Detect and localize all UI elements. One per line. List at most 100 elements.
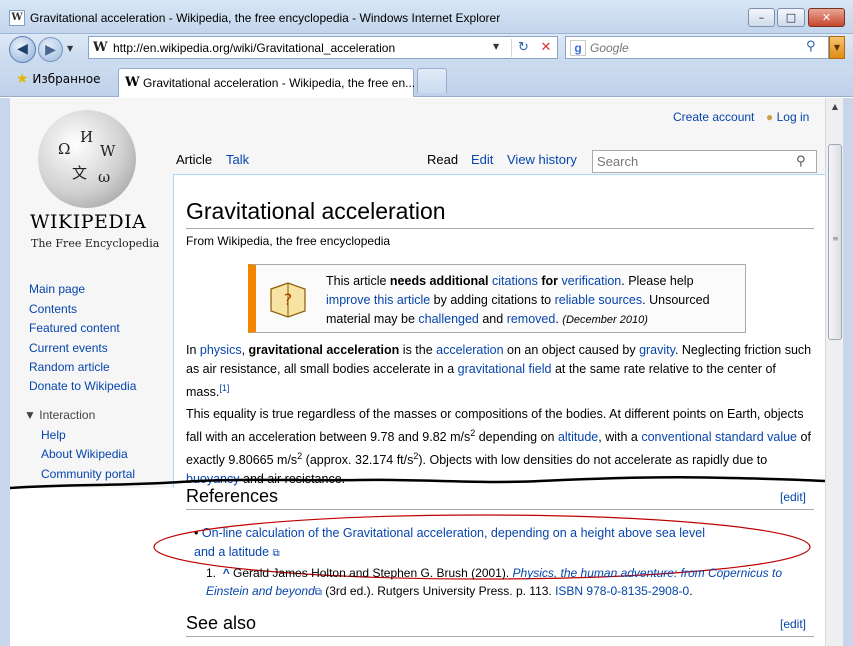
tab-view-history[interactable]: View history <box>507 152 577 167</box>
tab-article[interactable]: Article <box>176 152 212 167</box>
wikipedia-logo[interactable]: Ω И W 文 ω <box>38 110 136 208</box>
close-button[interactable]: ✕ <box>808 8 845 27</box>
link-reliable-sources[interactable]: reliable sources <box>555 293 643 307</box>
divider <box>186 228 814 229</box>
sidebar-item-contents[interactable]: Contents <box>29 302 77 316</box>
notice-bold: for <box>541 274 562 288</box>
text: (3rd ed.). Rutgers University Press. p. … <box>321 584 556 598</box>
user-icon: ● <box>766 110 774 124</box>
tab-talk[interactable]: Talk <box>226 152 249 167</box>
grip-icon: ≡ <box>832 234 839 243</box>
sidebar-item-main-page[interactable]: Main page <box>29 282 85 296</box>
interaction-label: Interaction <box>39 408 96 422</box>
forward-button[interactable]: ▶ <box>38 37 63 62</box>
site-subtitle: From Wikipedia, the free encyclopedia <box>186 234 391 248</box>
notice-text-part: . Please help <box>621 274 694 288</box>
sidebar-item-help[interactable]: Help <box>41 428 66 442</box>
minimize-button[interactable]: – <box>748 8 775 27</box>
wiki-search-input[interactable]: Search <box>597 154 638 169</box>
new-tab-button[interactable] <box>417 68 447 93</box>
text: ). Objects with low densities do not acc… <box>418 453 768 468</box>
wiki-search-box[interactable]: Search ⚲ <box>592 150 817 173</box>
link-conventional-standard-value[interactable]: conventional standard value <box>641 430 797 444</box>
magnifier-icon[interactable]: ⚲ <box>796 154 806 169</box>
search-go-icon[interactable]: ⚲ <box>806 39 816 54</box>
text: depending on <box>475 430 558 445</box>
references-heading: References <box>186 486 279 506</box>
ie-page-icon: W <box>9 10 25 26</box>
text: on an object caused by <box>503 343 640 357</box>
tab-edit[interactable]: Edit <box>471 152 493 167</box>
citation-notice-box: ? This article needs additional citation… <box>248 264 746 333</box>
globe-glyph-icon: ω <box>98 168 111 186</box>
scrollbar-thumb[interactable]: ≡ <box>828 144 842 340</box>
browser-search-box[interactable]: g Google ⚲ <box>565 36 829 59</box>
svg-text:?: ? <box>284 290 293 309</box>
globe-glyph-icon: W <box>100 142 116 160</box>
link-gravitational-field[interactable]: gravitational field <box>458 362 552 376</box>
notice-bold: needs additional <box>389 274 493 288</box>
url-input[interactable]: http://en.wikipedia.org/wiki/Gravitation… <box>113 41 395 55</box>
notice-text-part: This article <box>326 274 390 288</box>
maximize-button[interactable]: □ <box>777 8 805 27</box>
link-citations[interactable]: citations <box>492 274 538 288</box>
favorites-button[interactable]: ★ Избранное <box>16 71 101 87</box>
link-physics[interactable]: physics <box>200 343 242 357</box>
vertical-scrollbar[interactable]: ▲ ≡ <box>825 98 843 646</box>
torn-edge-line <box>10 475 825 490</box>
paragraph-intro: In physics, gravitational acceleration i… <box>186 341 812 402</box>
sidebar-item-random-article[interactable]: Random article <box>29 360 110 374</box>
link-verification[interactable]: verification <box>562 274 622 288</box>
address-dropdown[interactable]: ▼ <box>493 42 499 51</box>
link-isbn[interactable]: ISBN 978-0-8135-2908-0 <box>555 584 689 598</box>
book-question-icon: ? <box>270 282 306 318</box>
page-viewport: Ω И W 文 ω WIKIPEDIA The Free Encyclopedi… <box>10 98 825 646</box>
notice-text-part: and <box>478 312 507 326</box>
stop-button[interactable]: ✕ <box>535 39 557 57</box>
text: , with a <box>598 430 642 445</box>
search-options-dropdown[interactable]: ▼ <box>829 36 845 59</box>
text: In <box>186 343 200 357</box>
browser-search-input[interactable]: Google <box>590 41 629 55</box>
tab-active[interactable]: W Gravitational acceleration - Wikipedia… <box>118 68 415 97</box>
link-improve-article[interactable]: improve this article <box>326 293 430 307</box>
globe-glyph-icon: И <box>80 128 94 146</box>
text: is the <box>399 343 437 357</box>
back-arrow-icon: ◀ <box>17 41 28 57</box>
link-acceleration[interactable]: acceleration <box>436 343 503 357</box>
reference-marker[interactable]: [1] <box>219 383 229 393</box>
bold-term: gravitational acceleration <box>248 343 400 357</box>
text: Gerald James Holton and Stephen G. Brush… <box>229 566 513 580</box>
divider <box>186 509 814 510</box>
scroll-up-button[interactable]: ▲ <box>826 98 844 116</box>
login-label: Log in <box>776 110 810 124</box>
sidebar-item-donate[interactable]: Donate to Wikipedia <box>29 379 136 393</box>
sidebar-item-about[interactable]: About Wikipedia <box>41 447 128 461</box>
external-link-icon: ⧉ <box>314 587 322 598</box>
notice-text-part: by adding citations to <box>430 293 555 307</box>
address-bar[interactable]: W http://en.wikipedia.org/wiki/Gravitati… <box>88 36 558 59</box>
login-link[interactable]: ● Log in <box>766 110 809 124</box>
link-altitude[interactable]: altitude <box>558 430 598 444</box>
tab-read[interactable]: Read <box>427 152 458 167</box>
refresh-button[interactable]: ↻ <box>511 39 535 57</box>
wikipedia-wordmark: WIKIPEDIA <box>30 211 147 233</box>
refresh-icon: ↻ <box>518 40 529 55</box>
recent-pages-dropdown[interactable]: ▼ <box>67 44 73 53</box>
text: , <box>241 343 249 357</box>
see-also-heading: See also <box>186 613 257 633</box>
back-button[interactable]: ◀ <box>9 36 36 63</box>
window-border-right <box>843 98 853 646</box>
link-gravity[interactable]: gravity <box>639 343 675 357</box>
window-border-left <box>0 98 10 646</box>
references-edit-link[interactable]: [edit] <box>780 490 806 504</box>
sidebar-interaction-header[interactable]: ▼ Interaction <box>24 408 95 422</box>
create-account-link[interactable]: Create account <box>673 110 754 124</box>
link-removed[interactable]: removed <box>507 312 556 326</box>
notice-text: This article needs additional citations … <box>326 272 740 330</box>
link-challenged[interactable]: challenged <box>418 312 478 326</box>
sidebar-item-current-events[interactable]: Current events <box>29 341 108 355</box>
backlink-caret[interactable]: ^ <box>223 566 230 580</box>
see-also-edit-link[interactable]: [edit] <box>780 617 806 631</box>
sidebar-item-featured-content[interactable]: Featured content <box>29 321 120 335</box>
